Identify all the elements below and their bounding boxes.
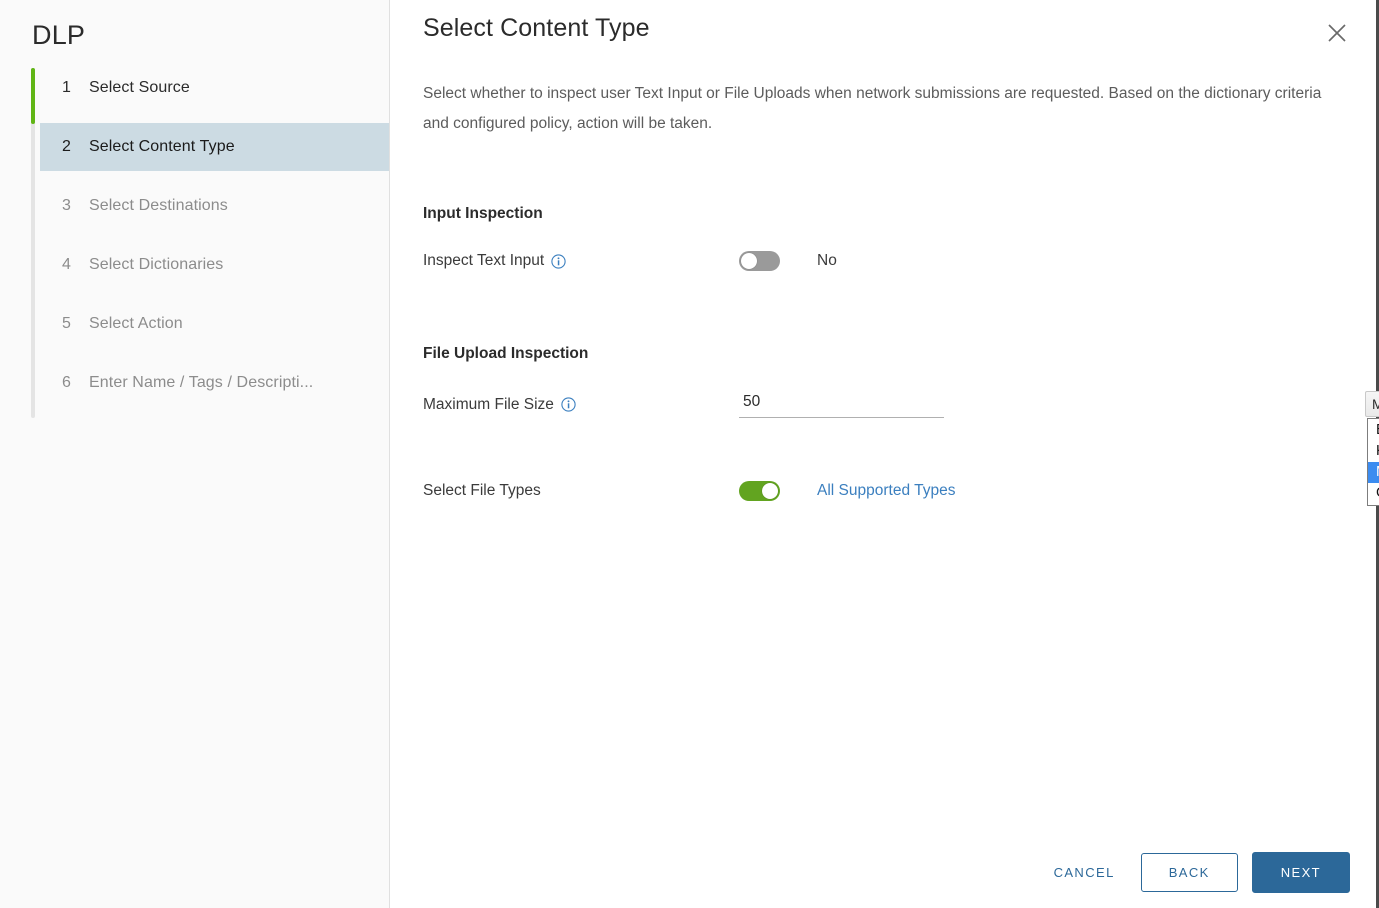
- inspect-text-input-label-group: Inspect Text Input: [423, 252, 739, 270]
- cancel-button[interactable]: CANCEL: [1036, 855, 1133, 890]
- row-select-file-types: Select File Types All Supported Types: [423, 481, 1376, 501]
- step-number: 3: [62, 197, 71, 214]
- wizard-step-list: 1 Select Source 2 Select Content Type 3 …: [0, 64, 389, 418]
- intro-description: Select whether to inspect user Text Inpu…: [423, 85, 1322, 132]
- select-file-types-toggle[interactable]: [739, 481, 780, 501]
- inspect-text-input-label: Inspect Text Input: [423, 252, 545, 269]
- wizard-footer: CANCEL BACK NEXT: [1036, 852, 1350, 893]
- sidebar-step-1[interactable]: 1 Select Source: [40, 64, 389, 112]
- row-maximum-file-size: Maximum File Size: [423, 391, 1376, 418]
- file-size-unit-option-kb[interactable]: KB: [1368, 441, 1379, 462]
- step-label: Select Action: [89, 315, 183, 332]
- step-number: 2: [62, 138, 71, 155]
- toggle-knob: [741, 253, 757, 269]
- step-label: Select Dictionaries: [89, 256, 224, 273]
- sidebar-step-3[interactable]: 3 Select Destinations: [40, 182, 389, 230]
- app-title: DLP: [32, 20, 86, 50]
- sidebar-step-2[interactable]: 2 Select Content Type: [40, 123, 389, 171]
- step-number: 4: [62, 256, 71, 273]
- step-label: Select Source: [89, 79, 190, 96]
- sidebar-step-4[interactable]: 4 Select Dictionaries: [40, 241, 389, 289]
- wizard-sidebar: DLP 1 Select Source 2 Select Content Typ…: [0, 0, 390, 908]
- step-number: 5: [62, 315, 71, 332]
- step-label: Select Destinations: [89, 197, 228, 214]
- row-inspect-text-input: Inspect Text Input No: [423, 251, 1376, 271]
- maximum-file-size-input[interactable]: [739, 391, 944, 418]
- close-icon[interactable]: [1324, 20, 1350, 46]
- section-heading-file-upload-inspection: File Upload Inspection: [423, 345, 589, 362]
- info-icon[interactable]: [551, 253, 566, 269]
- back-button[interactable]: BACK: [1140, 853, 1238, 892]
- sidebar-step-6[interactable]: 6 Enter Name / Tags / Descripti...: [40, 359, 389, 407]
- wizard-main-panel: Select Content Type Select whether to in…: [390, 0, 1379, 908]
- step-number: 1: [62, 79, 71, 96]
- step-label: Select Content Type: [89, 138, 235, 155]
- file-size-unit-options-menu: B KB MB GB: [1367, 418, 1379, 506]
- file-size-unit-option-gb[interactable]: GB: [1368, 483, 1379, 504]
- step-label: Enter Name / Tags / Descripti...: [89, 374, 314, 391]
- inspect-text-input-value: No: [817, 252, 837, 269]
- file-size-unit-select: MB B KB MB GB: [1365, 391, 1379, 506]
- wizard-rail-active-segment: [31, 68, 35, 124]
- toggle-knob: [762, 483, 778, 499]
- file-size-unit-selected-value: MB: [1372, 396, 1379, 412]
- section-heading-input-inspection: Input Inspection: [423, 205, 543, 222]
- inspect-text-input-toggle-wrap: [739, 251, 817, 271]
- info-icon[interactable]: [561, 397, 576, 412]
- file-size-unit-option-mb[interactable]: MB: [1368, 462, 1379, 483]
- inspect-text-input-toggle[interactable]: [739, 251, 780, 271]
- select-file-types-value[interactable]: All Supported Types: [817, 482, 955, 500]
- next-button[interactable]: NEXT: [1251, 852, 1350, 893]
- maximum-file-size-label-group: Maximum File Size: [423, 396, 739, 414]
- maximum-file-size-label: Maximum File Size: [423, 395, 554, 413]
- step-number: 6: [62, 374, 71, 391]
- file-size-unit-select-trigger[interactable]: MB: [1365, 391, 1379, 417]
- dlp-wizard-dialog: DLP 1 Select Source 2 Select Content Typ…: [0, 0, 1379, 908]
- select-file-types-toggle-wrap: [739, 481, 817, 501]
- select-file-types-label-group: Select File Types: [423, 482, 739, 500]
- sidebar-step-5[interactable]: 5 Select Action: [40, 300, 389, 348]
- page-title: Select Content Type: [423, 14, 650, 42]
- file-size-unit-option-b[interactable]: B: [1368, 420, 1379, 441]
- select-file-types-label: Select File Types: [423, 482, 541, 499]
